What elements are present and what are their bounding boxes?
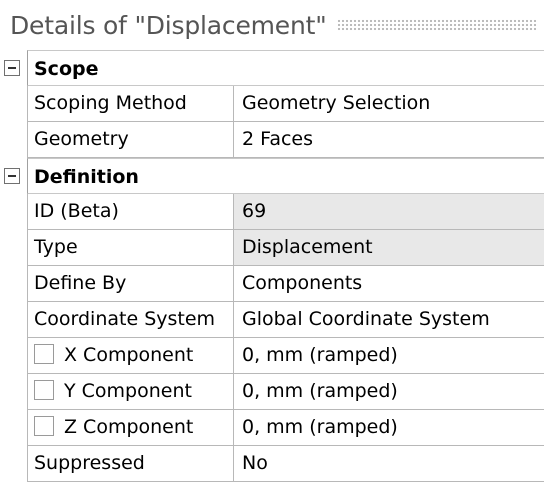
drag-grip[interactable] [336,19,538,31]
group-header-scope: Scope [0,50,544,86]
group-label-scope: Scope [27,50,544,86]
property-name: Geometry [27,122,233,158]
property-name: Coordinate System [27,302,233,338]
property-name: Y Component [64,380,192,402]
property-name: Define By [27,266,233,302]
property-name: Scoping Method [27,86,233,122]
property-row-y-component[interactable]: Y Component 0, mm (ramped) [0,374,544,410]
parameter-checkbox[interactable] [34,344,54,364]
property-row-coordinate-system[interactable]: Coordinate System Global Coordinate Syst… [0,302,544,338]
property-value[interactable]: Global Coordinate System [233,302,544,338]
property-value[interactable]: No [233,446,544,482]
property-value[interactable]: 0, mm (ramped) [233,374,544,410]
property-row-z-component[interactable]: Z Component 0, mm (ramped) [0,410,544,446]
property-value: Displacement [233,230,544,266]
property-name-cell: X Component [27,338,233,374]
property-name: Z Component [64,416,194,438]
property-row-suppressed[interactable]: Suppressed No [0,446,544,482]
property-row-x-component[interactable]: X Component 0, mm (ramped) [0,338,544,374]
property-row-type: Type Displacement [0,230,544,266]
property-row-scoping-method[interactable]: Scoping Method Geometry Selection [0,86,544,122]
property-name-cell: Y Component [27,374,233,410]
collapse-icon[interactable] [4,60,20,76]
collapse-icon[interactable] [4,168,20,184]
parameter-checkbox[interactable] [34,416,54,436]
property-value[interactable]: Geometry Selection [233,86,544,122]
property-row-id: ID (Beta) 69 [0,194,544,230]
details-panel-header[interactable]: Details of "Displacement" [0,0,544,50]
property-name: Type [27,230,233,266]
property-value[interactable]: 0, mm (ramped) [233,410,544,446]
group-label-definition: Definition [27,158,544,194]
property-value[interactable]: Components [233,266,544,302]
property-value[interactable]: 0, mm (ramped) [233,338,544,374]
property-name: Suppressed [27,446,233,482]
property-value[interactable]: 2 Faces [233,122,544,158]
property-value: 69 [233,194,544,230]
property-name: ID (Beta) [27,194,233,230]
property-row-define-by[interactable]: Define By Components [0,266,544,302]
group-header-definition: Definition [0,158,544,194]
property-row-geometry[interactable]: Geometry 2 Faces [0,122,544,158]
property-name-cell: Z Component [27,410,233,446]
details-grid: Scope Scoping Method Geometry Selection … [0,50,544,482]
property-name: X Component [64,344,194,366]
panel-title: Details of "Displacement" [10,10,327,40]
parameter-checkbox[interactable] [34,380,54,400]
